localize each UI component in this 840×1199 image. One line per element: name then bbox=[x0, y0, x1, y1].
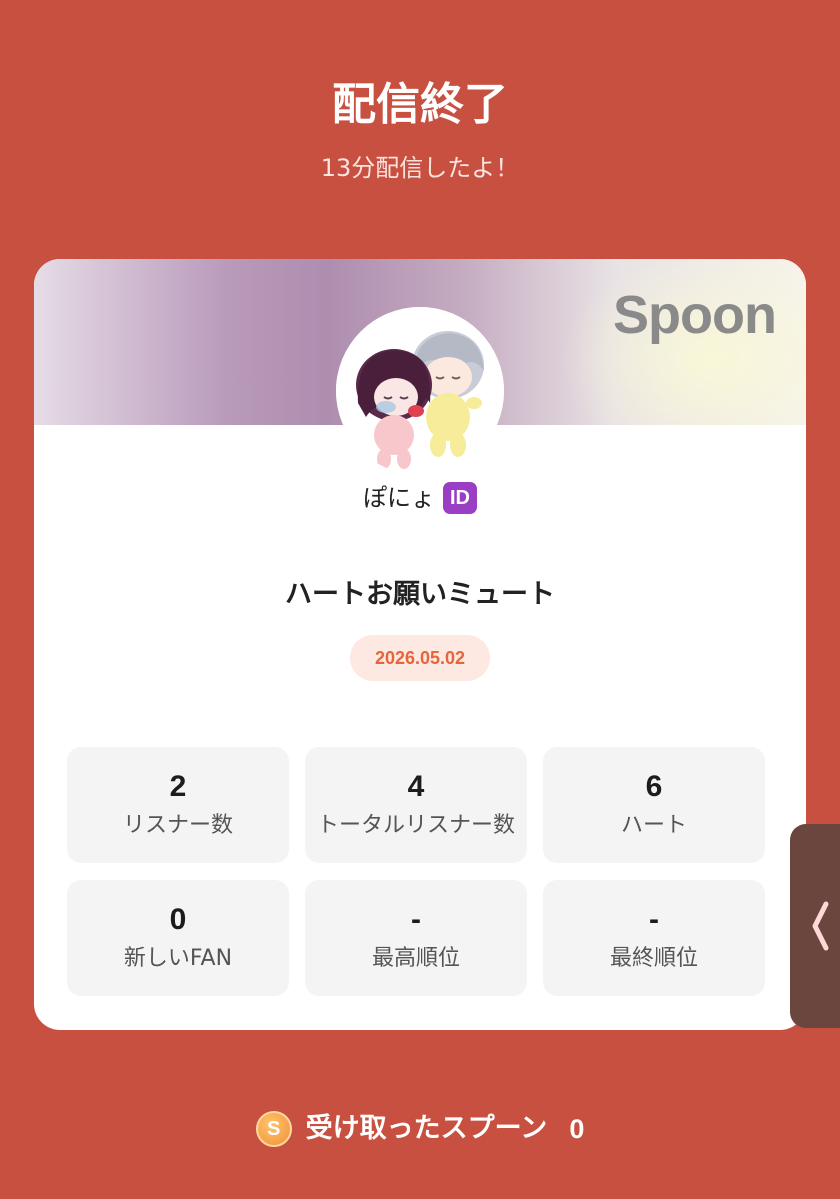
stat-label: ハート bbox=[620, 813, 687, 838]
received-spoons-count: 0 bbox=[569, 1114, 585, 1144]
stat-label: 最終順位 bbox=[609, 946, 698, 971]
stat-hearts: 6 ハート bbox=[543, 747, 765, 863]
spoon-coin-icon: S bbox=[255, 1111, 292, 1147]
stat-label: 新しいFAN bbox=[123, 946, 233, 971]
stat-value: - bbox=[649, 903, 659, 936]
stat-label: トータルリスナー数 bbox=[316, 813, 515, 838]
avatar bbox=[336, 307, 504, 475]
received-spoons-label: 受け取ったスプーン bbox=[305, 1113, 548, 1144]
received-spoons-row: S 受け取ったスプーン 0 bbox=[0, 1106, 840, 1152]
side-panel-tab[interactable] bbox=[790, 824, 840, 1028]
page-title: 配信終了 bbox=[332, 79, 508, 130]
stat-value: 4 bbox=[407, 770, 425, 803]
username-row: ぽにょ ID bbox=[34, 480, 806, 516]
stat-final-rank: - 最終順位 bbox=[543, 880, 765, 996]
chevron-left-icon bbox=[812, 901, 829, 951]
broadcast-date: 2026.05.02 bbox=[350, 635, 490, 681]
broadcast-summary-card: Spoon ぽにょ ID ハートお願いミュート 2026.05.02 2 リスナ… bbox=[34, 259, 806, 1030]
stat-highest-rank: - 最高順位 bbox=[305, 880, 527, 996]
stat-label: リスナー数 bbox=[122, 813, 233, 838]
stat-new-fans: 0 新しいFAN bbox=[67, 880, 289, 996]
stat-value: 0 bbox=[169, 903, 187, 936]
id-badge-icon: ID bbox=[443, 482, 477, 514]
stat-label: 最高順位 bbox=[371, 946, 460, 971]
username: ぽにょ bbox=[363, 484, 435, 512]
stat-value: 2 bbox=[169, 770, 187, 803]
stat-total-listeners: 4 トータルリスナー数 bbox=[305, 747, 527, 863]
stats-grid: 2 リスナー数 4 トータルリスナー数 6 ハート 0 新しいFAN - 最高順… bbox=[67, 747, 767, 996]
broadcast-duration-text: 13分配信したよ！ bbox=[320, 154, 520, 182]
avatar-illustration bbox=[336, 307, 504, 475]
stat-listeners: 2 リスナー数 bbox=[67, 747, 289, 863]
broadcast-title: ハートお願いミュート bbox=[285, 579, 555, 610]
spoon-logo: Spoon bbox=[613, 285, 777, 345]
stat-value: - bbox=[411, 903, 421, 936]
stat-value: 6 bbox=[645, 770, 663, 803]
